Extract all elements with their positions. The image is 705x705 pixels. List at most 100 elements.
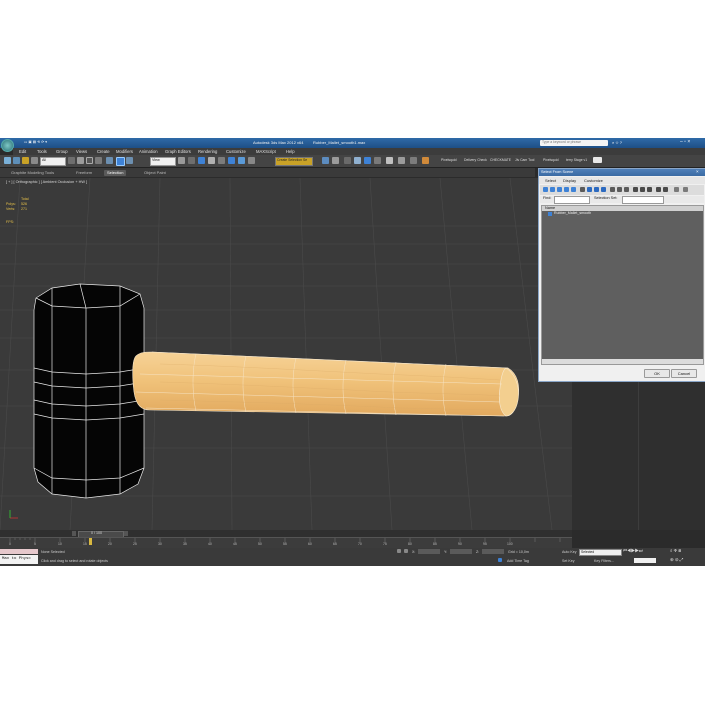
- select-link-icon[interactable]: [22, 157, 29, 164]
- ext-pixelsquid-2[interactable]: Pixelsquid: [543, 158, 558, 162]
- slider-prev-arrow-icon[interactable]: [72, 531, 76, 536]
- align-icon[interactable]: [332, 157, 339, 164]
- select-all-icon[interactable]: [633, 187, 638, 192]
- display-invert-icon[interactable]: [624, 187, 629, 192]
- toolbar-extra-icon[interactable]: [593, 157, 602, 163]
- cancel-button[interactable]: Cancel: [671, 369, 697, 378]
- tab-graphite-modeling-tools[interactable]: Graphite Modeling Tools: [8, 170, 57, 176]
- rendered-frame-icon[interactable]: [410, 157, 417, 164]
- search-icon[interactable]: ⌕ ☆ ?: [612, 141, 622, 145]
- dialog-tab-display[interactable]: Display: [563, 178, 576, 183]
- selection-filter-dropdown[interactable]: All: [40, 157, 66, 166]
- playback-controls-icon[interactable]: ⏮◀▶▶⏭: [623, 548, 643, 553]
- angle-snap-icon[interactable]: [218, 157, 225, 164]
- spinner-snap-icon[interactable]: [238, 157, 245, 164]
- dialog-tab-customize[interactable]: Customize: [584, 178, 603, 183]
- dialog-tab-select[interactable]: Select: [545, 178, 556, 183]
- menu-rendering[interactable]: Rendering: [198, 149, 217, 154]
- ext-checkmate[interactable]: CHECKMATE: [490, 158, 511, 162]
- snaps-toggle-icon[interactable]: [208, 157, 215, 164]
- redo-icon[interactable]: [13, 157, 20, 164]
- display-none-icon[interactable]: [617, 187, 622, 192]
- find-input[interactable]: [554, 196, 590, 204]
- display-all-icon[interactable]: [610, 187, 615, 192]
- ext-terry-stage[interactable]: terry Stage v1: [566, 158, 587, 162]
- window-controls[interactable]: ‒ ▫ ×: [680, 140, 690, 145]
- menu-graph-editors[interactable]: Graph Editors: [165, 149, 191, 154]
- perspective-viewport[interactable]: [ + ] [ Orthographic ] [ Ambient Occlusi…: [0, 178, 572, 530]
- current-frame-field[interactable]: [634, 558, 656, 563]
- search-box[interactable]: Type a keyword or phrase: [540, 140, 608, 146]
- scene-object-list[interactable]: Name Rubber_Mallet_smooth: [541, 205, 704, 365]
- tab-freeform[interactable]: Freeform: [73, 170, 95, 176]
- ext-pixelsquid[interactable]: Pixelsquid: [441, 158, 456, 162]
- display-lights-icon[interactable]: [557, 187, 562, 192]
- search-input[interactable]: Type a keyword or phrase: [542, 140, 581, 144]
- named-selection-dropdown[interactable]: Create Selection Se: [275, 157, 313, 166]
- display-cameras-icon[interactable]: [564, 187, 569, 192]
- select-dependents-icon[interactable]: [663, 187, 668, 192]
- layer-manager-icon[interactable]: [344, 157, 351, 164]
- viewport-nav-icon[interactable]: ⌕ ✥ ⊞: [670, 548, 681, 553]
- add-time-tag[interactable]: Add Time Tag: [507, 559, 529, 563]
- quick-access-toolbar[interactable]: ▭ ▣ ▤ ⟲ ⟳ ▾: [24, 140, 47, 145]
- menu-help[interactable]: Help: [286, 149, 295, 154]
- menu-group[interactable]: Group: [56, 149, 68, 154]
- material-editor-icon[interactable]: [386, 157, 393, 164]
- bind-space-warp-icon[interactable]: [31, 157, 38, 164]
- menu-tools[interactable]: Tools: [37, 149, 47, 154]
- auto-key-button[interactable]: Auto Key: [562, 550, 577, 554]
- viewport-label[interactable]: [ + ] [ Orthographic ] [ Ambient Occlusi…: [6, 180, 87, 185]
- render-setup-icon[interactable]: [398, 157, 405, 164]
- tab-object-paint[interactable]: Object Paint: [141, 170, 169, 176]
- select-object-icon[interactable]: [68, 157, 75, 164]
- set-key-button[interactable]: Set Key: [562, 559, 575, 563]
- key-filters-button[interactable]: Key Filters...: [594, 559, 614, 563]
- absolute-mode-icon[interactable]: [404, 549, 408, 553]
- menu-create[interactable]: Create: [97, 149, 110, 154]
- display-xrefs-icon[interactable]: [594, 187, 599, 192]
- rect-selection-icon[interactable]: [86, 157, 93, 164]
- display-helpers-icon[interactable]: [571, 187, 576, 192]
- display-spacewarps-icon[interactable]: [580, 187, 585, 192]
- time-slider[interactable]: 0 / 100: [0, 530, 572, 538]
- display-shapes-icon[interactable]: [550, 187, 555, 192]
- menu-customize[interactable]: Customize: [226, 149, 246, 154]
- select-rotate-icon[interactable]: [116, 157, 125, 166]
- viewport-nav-icon-2[interactable]: ⊕ ⊘ ⤢: [670, 557, 683, 562]
- find-case-icon[interactable]: [683, 187, 688, 192]
- select-from-scene-dialog[interactable]: Select From Scene × Select Display Custo…: [538, 168, 705, 382]
- menu-modifiers[interactable]: Modifiers: [116, 149, 133, 154]
- x-coord-field[interactable]: [418, 549, 440, 554]
- graphite-toggle-icon[interactable]: [354, 157, 361, 164]
- pivot-center-icon[interactable]: [178, 157, 185, 164]
- ext-jiv-cam-tool[interactable]: Jiv Cam Tool: [515, 158, 534, 162]
- lock-selection-icon[interactable]: [397, 549, 401, 553]
- time-tag-icon[interactable]: [498, 558, 502, 562]
- select-by-name-icon[interactable]: [77, 157, 84, 164]
- menu-views[interactable]: Views: [76, 149, 87, 154]
- window-crossing-icon[interactable]: [95, 157, 102, 164]
- menu-animation[interactable]: Animation: [139, 149, 158, 154]
- z-coord-field[interactable]: [482, 549, 504, 554]
- display-geometry-icon[interactable]: [543, 187, 548, 192]
- selection-set-dropdown[interactable]: [622, 196, 664, 204]
- menu-maxscript[interactable]: MAXScript: [256, 149, 276, 154]
- select-scale-icon[interactable]: [126, 157, 133, 164]
- edit-named-selection-icon[interactable]: [248, 157, 255, 164]
- percent-snap-icon[interactable]: [228, 157, 235, 164]
- sync-selection-icon[interactable]: [656, 187, 661, 192]
- maxscript-mini-listener[interactable]: Max to Physc: [0, 555, 38, 564]
- horizontal-scrollbar[interactable]: [542, 359, 703, 364]
- curve-editor-icon[interactable]: [364, 157, 371, 164]
- filter-icon[interactable]: [674, 187, 679, 192]
- select-move-icon[interactable]: [106, 157, 113, 164]
- display-bones-icon[interactable]: [601, 187, 606, 192]
- maxscript-listener-pink[interactable]: [0, 549, 38, 554]
- ok-button[interactable]: OK: [644, 369, 670, 378]
- reference-coord-dropdown[interactable]: View: [150, 157, 176, 166]
- render-production-icon[interactable]: [422, 157, 429, 164]
- dialog-close-icon[interactable]: ×: [696, 169, 699, 175]
- select-invert-icon[interactable]: [647, 187, 652, 192]
- tab-selection[interactable]: Selection: [104, 170, 127, 176]
